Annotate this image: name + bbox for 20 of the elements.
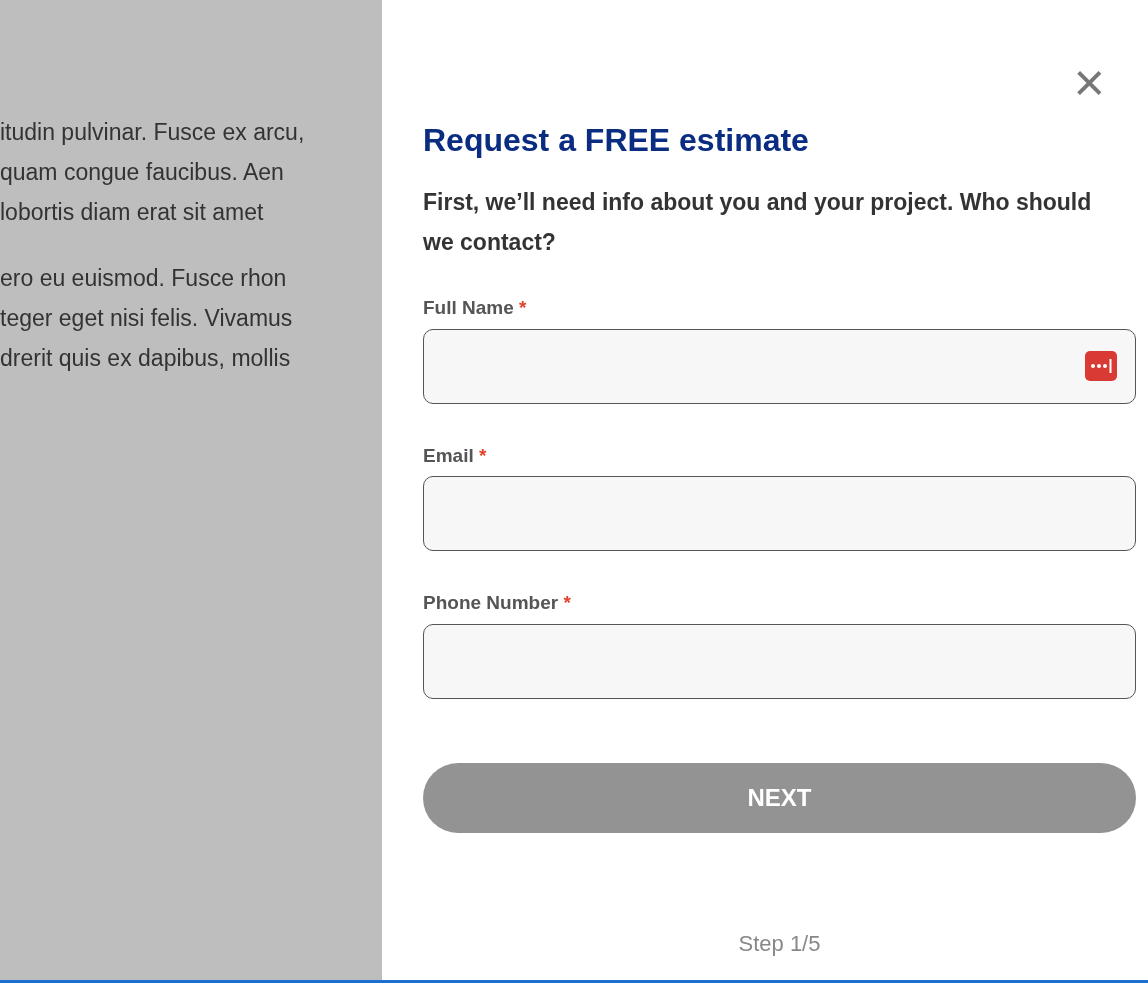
required-mark: * [563,592,571,613]
step-indicator: Step 1/5 [737,930,822,958]
required-mark: * [519,297,527,318]
input-field[interactable] [423,328,1136,404]
password-manager-icon[interactable] [1085,351,1117,381]
close-button[interactable]: × [1073,60,1136,104]
form-title: Request a FREE estimate [423,121,810,160]
body-text-line: itudin pulvinar. Fusce ex arcu, [0,118,306,147]
required-mark: * [479,444,487,466]
body-text-line: drerit quis ex dapibus, mollis [0,344,292,373]
field-label: Phone Number [423,592,559,613]
field-label: Full Name [423,297,514,318]
body-text-line: quam congue faucibus. Aen [0,158,285,187]
form-subtitle: First, we’ll need info about you and your project. Who should we contact? [423,188,1093,257]
body-text-line: ero eu euismod. Fusce rhon [0,264,288,293]
field-label: Email [423,444,474,466]
input-field[interactable] [423,476,1136,551]
input-field[interactable] [423,623,1136,699]
body-text-line: teger eget nisi felis. Vivamus [0,304,294,333]
body-text-line: lobortis diam erat sit amet [0,198,265,227]
